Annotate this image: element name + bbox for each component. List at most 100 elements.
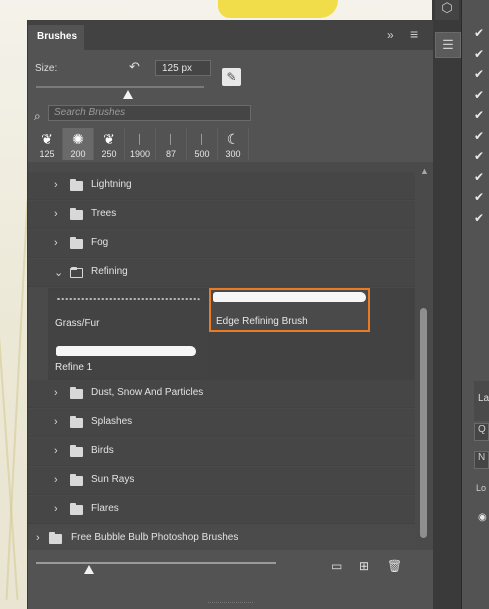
chevron-right-icon[interactable]: › <box>54 179 58 191</box>
size-input[interactable]: 125 px <box>155 60 211 76</box>
preset-size-label: 125 <box>39 149 55 159</box>
checkmark-icon[interactable]: ✔ <box>474 190 484 204</box>
layers-filter-field[interactable]: Q <box>474 423 489 441</box>
panel-resize-grip[interactable] <box>208 602 253 605</box>
brush-folder-row[interactable]: ⌄ Refining <box>28 259 415 287</box>
preset-brush[interactable]: ❦ 125 <box>32 128 63 160</box>
folder-icon[interactable]: ▭ <box>331 559 342 573</box>
size-slider-thumb[interactable] <box>123 90 134 99</box>
folder-label: Splashes <box>91 416 133 427</box>
brush-folder-row[interactable]: › Lightning <box>28 172 415 200</box>
brushes-panel: Brushes » ≡ Size: ↶ 125 px ✎ ⌕ Search Br… <box>27 20 433 609</box>
scroll-up-icon[interactable]: ▲ <box>420 166 429 176</box>
canvas-yellow-shape <box>218 0 338 18</box>
refining-brushes-grid: Grass/Fur Edge Refining Brush Refine 1 <box>48 288 415 380</box>
size-label: Size: <box>35 63 58 74</box>
folder-icon <box>70 503 83 515</box>
line-icon: │ <box>137 134 143 144</box>
checkmark-icon[interactable]: ✔ <box>474 26 484 40</box>
preview-size-slider-thumb[interactable] <box>83 565 94 574</box>
brush-tile[interactable]: Grass/Fur <box>48 290 207 334</box>
folder-label: Birds <box>91 445 114 456</box>
checkmark-icon[interactable]: ✔ <box>474 108 484 122</box>
brush-name: Refine 1 <box>55 362 93 373</box>
brush-settings-icon[interactable]: ☰ <box>435 32 461 58</box>
chevron-right-icon[interactable]: › <box>54 387 58 399</box>
checkmark-icon[interactable]: ✔ <box>474 129 484 143</box>
scrollbar-thumb[interactable] <box>420 308 427 538</box>
dock-icon-column: ⬡ ☰ <box>432 0 462 609</box>
preset-size-label: 1900 <box>129 149 151 159</box>
brush-tile[interactable]: Refine 1 <box>48 334 207 378</box>
eye-icon[interactable]: ◉ <box>478 512 487 523</box>
layers-blend-mode[interactable]: N <box>474 451 489 469</box>
chevron-right-icon[interactable]: › <box>54 503 58 515</box>
panel-tab-bar: Brushes » ≡ <box>28 20 433 50</box>
checkmark-icon[interactable]: ✔ <box>474 149 484 163</box>
lock-label: Lo <box>476 483 487 493</box>
brush-list: › Lightning › Trees › Fog ⌄ Refining Grass/Fur Ed… <box>28 162 415 550</box>
line-icon: │ <box>199 134 205 144</box>
tab-brushes[interactable]: Brushes <box>28 25 84 50</box>
collapse-icon[interactable]: » <box>387 28 394 42</box>
checkmark-icon[interactable]: ✔ <box>474 170 484 184</box>
chevron-right-icon[interactable]: › <box>54 208 58 220</box>
panel-bottom-toolbar: ▭ ⊞ 🗑 <box>28 550 433 609</box>
folder-icon <box>70 387 83 399</box>
brush-tile[interactable]: Edge Refining Brush <box>209 288 370 332</box>
crescent-icon: ☾ <box>226 131 240 147</box>
search-input[interactable]: Search Brushes <box>48 105 251 121</box>
brush-tool-icon[interactable]: ✎ <box>222 68 241 86</box>
preset-brush[interactable]: │ 500 <box>187 128 218 160</box>
line-icon: │ <box>168 134 174 144</box>
chevron-right-icon[interactable]: › <box>54 416 58 428</box>
brush-folder-row[interactable]: › Sun Rays <box>28 467 415 495</box>
reset-size-icon[interactable]: ↶ <box>129 59 140 75</box>
checkmark-icon[interactable]: ✔ <box>474 47 484 61</box>
brush-group-row[interactable]: › Free Bubble Bulb Photoshop Brushes <box>28 528 415 550</box>
trash-icon[interactable]: 🗑 <box>387 559 402 573</box>
chevron-down-icon[interactable]: ⌄ <box>54 266 63 279</box>
folder-label: Sun Rays <box>91 474 135 485</box>
scatter-icon: ✺ <box>72 131 84 147</box>
folder-icon <box>70 416 83 428</box>
brush-folder-row[interactable]: › Fog <box>28 230 415 258</box>
brush-stroke-preview <box>56 346 196 356</box>
preset-size-label: 250 <box>101 149 117 159</box>
brush-folder-row[interactable]: › Flares <box>28 496 415 524</box>
size-slider-track[interactable] <box>36 86 204 88</box>
folder-icon <box>70 179 83 191</box>
checkmark-icon[interactable]: ✔ <box>474 88 484 102</box>
brush-folder-row[interactable]: › Birds <box>28 438 415 466</box>
search-icon: ⌕ <box>34 109 41 123</box>
3d-cube-icon[interactable]: ⬡ <box>435 0 459 20</box>
new-brush-icon[interactable]: ⊞ <box>359 559 369 573</box>
preset-brush[interactable]: ✺ 200 <box>63 128 94 160</box>
chevron-right-icon[interactable]: › <box>54 474 58 486</box>
chevron-right-icon[interactable]: › <box>54 237 58 249</box>
chevron-right-icon[interactable]: › <box>36 532 40 544</box>
folder-icon <box>49 532 62 544</box>
folder-icon <box>70 208 83 220</box>
preset-brush[interactable]: │ 87 <box>156 128 187 160</box>
folder-label: Dust, Snow And Particles <box>91 387 204 398</box>
folder-open-icon <box>70 267 83 278</box>
folder-icon <box>70 445 83 457</box>
brush-stroke-preview <box>56 298 201 304</box>
preset-size-label: 87 <box>165 149 176 159</box>
splash-icon: ❦ <box>103 131 115 147</box>
preset-brush[interactable]: │ 1900 <box>125 128 156 160</box>
layers-panel-tab[interactable]: La <box>474 381 489 421</box>
canvas-grass-stroke <box>5 200 29 600</box>
brush-folder-row[interactable]: › Splashes <box>28 409 415 437</box>
chevron-right-icon[interactable]: › <box>54 445 58 457</box>
folder-label: Flares <box>91 503 119 514</box>
preset-brush[interactable]: ☾ 300 <box>218 128 249 160</box>
checkmark-icon[interactable]: ✔ <box>474 211 484 225</box>
checkmark-icon[interactable]: ✔ <box>474 67 484 81</box>
panel-menu-icon[interactable]: ≡ <box>410 26 418 42</box>
preview-size-slider-track[interactable] <box>36 562 276 564</box>
brush-folder-row[interactable]: › Trees <box>28 201 415 229</box>
brush-folder-row[interactable]: › Dust, Snow And Particles <box>28 380 415 408</box>
preset-brush[interactable]: ❦ 250 <box>94 128 125 160</box>
